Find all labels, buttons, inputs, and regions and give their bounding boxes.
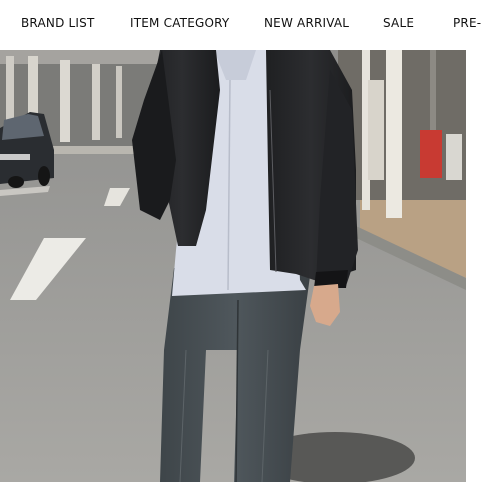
top-navigation: BRAND LIST ITEM CATEGORY NEW ARRIVAL SAL… [0, 0, 482, 48]
nav-item-sale[interactable]: SALE [383, 16, 414, 30]
nav-item-item-category[interactable]: ITEM CATEGORY [130, 16, 229, 30]
product-photo[interactable] [0, 50, 466, 482]
parked-car [0, 112, 54, 188]
nav-item-pre-order[interactable]: PRE-ORDER [453, 16, 482, 30]
street-style-photo [0, 50, 466, 482]
nav-item-brand-list[interactable]: BRAND LIST [21, 16, 95, 30]
page-gutter [466, 50, 482, 482]
nav-item-new-arrival[interactable]: NEW ARRIVAL [264, 16, 349, 30]
